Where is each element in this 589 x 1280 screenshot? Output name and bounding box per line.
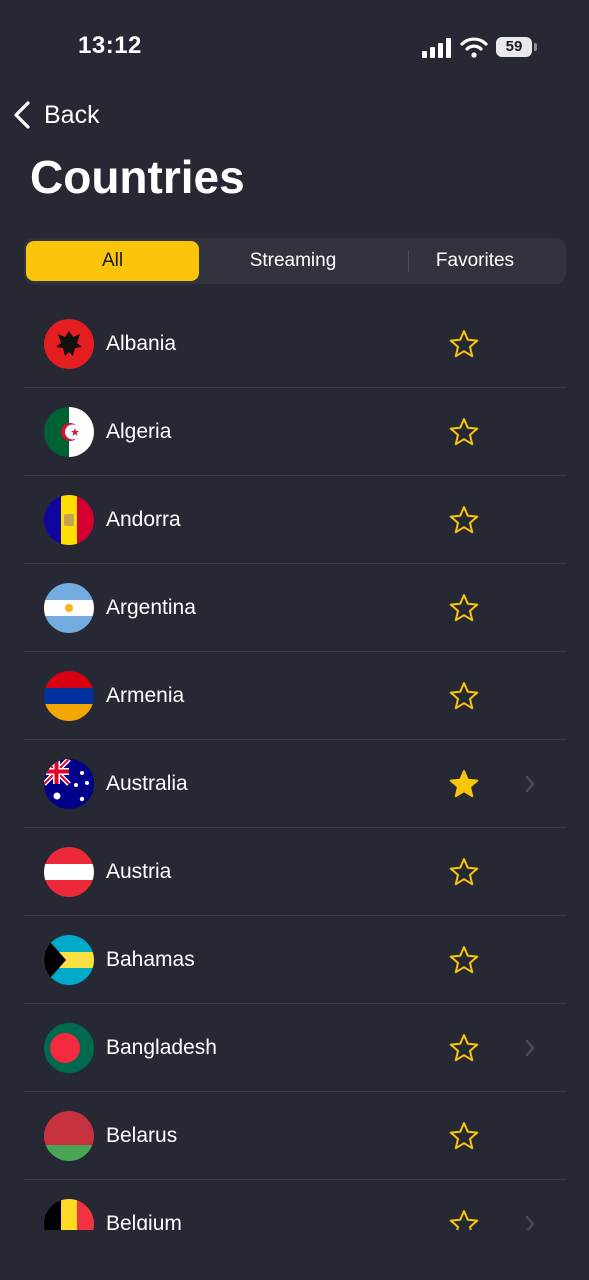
tab-streaming[interactable]: Streaming — [204, 241, 382, 281]
battery-icon: 59 — [496, 37, 538, 57]
star-outline-icon[interactable] — [448, 680, 480, 712]
star-outline-icon[interactable] — [448, 416, 480, 448]
tab-all[interactable]: All — [26, 241, 199, 281]
star-outline-icon[interactable] — [448, 944, 480, 976]
star-outline-icon[interactable] — [448, 1208, 480, 1230]
belgium-flag-icon — [44, 1199, 94, 1230]
country-row-armenia[interactable]: Armenia — [24, 652, 566, 740]
star-outline-icon[interactable] — [448, 592, 480, 624]
star-outline-icon[interactable] — [448, 328, 480, 360]
andorra-flag-icon — [44, 495, 94, 545]
chevron-right-icon — [525, 1039, 535, 1057]
country-name: Australia — [106, 772, 188, 795]
country-name: Andorra — [106, 508, 181, 531]
country-name: Belarus — [106, 1124, 178, 1147]
wifi-icon — [460, 37, 488, 58]
star-outline-icon[interactable] — [448, 504, 480, 536]
country-row-albania[interactable]: Albania — [24, 300, 566, 388]
argentina-flag-icon — [44, 583, 94, 633]
country-row-algeria[interactable]: Algeria — [24, 388, 566, 476]
star-outline-icon[interactable] — [448, 1120, 480, 1152]
country-name: Algeria — [106, 420, 172, 443]
country-name: Bangladesh — [106, 1036, 217, 1059]
star-outline-icon[interactable] — [448, 856, 480, 888]
belarus-flag-icon — [44, 1111, 94, 1161]
star-outline-icon[interactable] — [448, 1032, 480, 1064]
page-title: Countries — [30, 151, 245, 203]
country-row-bahamas[interactable]: Bahamas — [24, 916, 566, 1004]
albania-flag-icon — [44, 319, 94, 369]
tab-favorites[interactable]: Favorites — [386, 241, 564, 281]
chevron-right-icon — [525, 1215, 535, 1230]
chevron-right-icon — [525, 775, 535, 793]
country-row-bangladesh[interactable]: Bangladesh — [24, 1004, 566, 1092]
country-name: Argentina — [106, 596, 196, 619]
country-name: Armenia — [106, 684, 185, 707]
austria-flag-icon — [44, 847, 94, 897]
segmented-control: All Streaming Favorites — [24, 238, 566, 284]
armenia-flag-icon — [44, 671, 94, 721]
country-row-argentina[interactable]: Argentina — [24, 564, 566, 652]
country-row-belgium[interactable]: Belgium — [24, 1180, 566, 1230]
algeria-flag-icon — [44, 407, 94, 457]
country-name: Albania — [106, 332, 177, 355]
battery-level: 59 — [505, 38, 523, 55]
country-name: Austria — [106, 860, 172, 883]
back-button[interactable]: Back — [10, 96, 100, 134]
status-time: 13:12 — [78, 32, 142, 59]
australia-flag-icon — [44, 759, 94, 809]
country-name: Belgium — [106, 1212, 182, 1230]
country-row-andorra[interactable]: Andorra — [24, 476, 566, 564]
chevron-left-icon — [14, 101, 30, 129]
star-filled-icon[interactable] — [448, 768, 480, 800]
back-label: Back — [44, 100, 100, 129]
cellular-signal-icon — [422, 38, 451, 58]
country-row-austria[interactable]: Austria — [24, 828, 566, 916]
bangladesh-flag-icon — [44, 1023, 94, 1073]
country-name: Bahamas — [106, 948, 195, 971]
country-row-australia[interactable]: Australia — [24, 740, 566, 828]
country-row-belarus[interactable]: Belarus — [24, 1092, 566, 1180]
status-bar: 13:12 59 — [0, 0, 589, 96]
bahamas-flag-icon — [44, 935, 94, 985]
country-list: Albania Algeria Andorra Argentina Armeni… — [24, 300, 566, 1230]
